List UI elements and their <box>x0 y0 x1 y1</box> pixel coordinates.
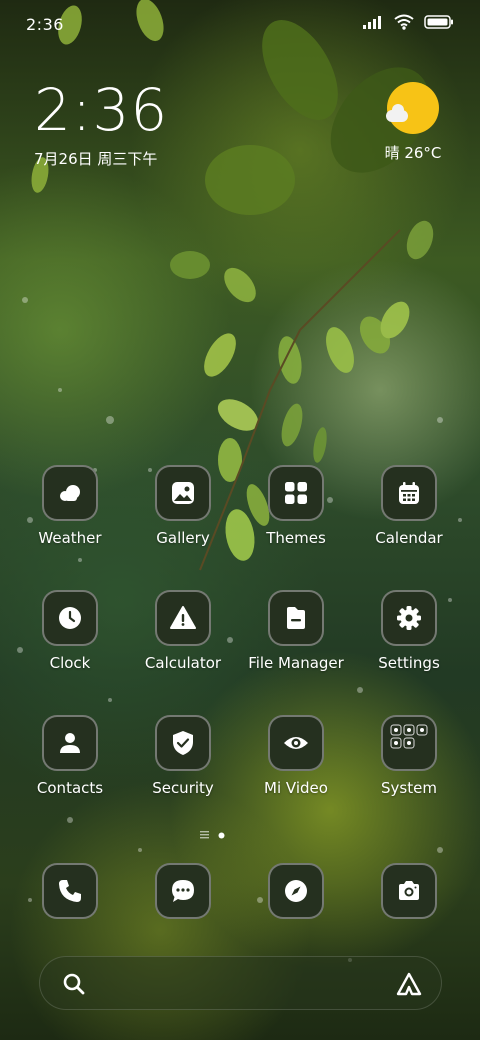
dock-browser[interactable] <box>241 863 351 919</box>
calendar-icon <box>399 482 419 504</box>
app-label: Contacts <box>36 779 104 797</box>
weather-icon <box>60 485 80 501</box>
app-calculator[interactable]: Calculator <box>128 590 238 672</box>
app-system-folder[interactable]: System <box>354 715 464 797</box>
app-mi-video[interactable]: Mi Video <box>241 715 351 797</box>
app-label: Themes <box>266 529 326 547</box>
browser-compass-icon <box>285 880 307 902</box>
battery-icon <box>424 15 453 29</box>
app-label: File Manager <box>248 654 344 672</box>
gallery-icon <box>172 482 194 504</box>
app-label: Gallery <box>156 529 210 547</box>
home-page-lines-icon <box>200 831 209 839</box>
status-icons <box>362 14 454 30</box>
weather-text: 晴 26°C <box>384 144 442 162</box>
calculator-icon <box>170 606 196 629</box>
app-weather[interactable]: Weather <box>15 465 125 547</box>
gear-icon <box>397 606 421 630</box>
sun-cloud-icon <box>386 82 439 134</box>
app-label: Mi Video <box>264 779 328 797</box>
app-file-manager[interactable]: File Manager <box>241 590 351 672</box>
phone-icon <box>59 880 81 902</box>
dock-camera[interactable] <box>354 863 464 919</box>
contacts-icon <box>60 733 80 753</box>
app-label: Security <box>152 779 214 797</box>
clock-widget[interactable]: 2:36 7月26日 周三下午 <box>34 78 168 169</box>
messages-icon <box>172 880 194 902</box>
search-bar[interactable] <box>39 956 442 1010</box>
mi-video-icon <box>284 737 308 749</box>
assistant-icon[interactable] <box>395 970 423 998</box>
app-calendar[interactable]: Calendar <box>354 465 464 547</box>
app-label: Calendar <box>375 529 443 547</box>
clock-icon <box>59 607 81 629</box>
camera-icon <box>399 881 419 900</box>
app-label: Weather <box>38 529 102 547</box>
app-label: System <box>381 779 437 797</box>
app-security[interactable]: Security <box>128 715 238 797</box>
security-shield-icon <box>173 731 193 755</box>
dock-messages[interactable] <box>128 863 238 919</box>
page-indicator[interactable] <box>200 831 225 839</box>
app-label: Settings <box>378 654 440 672</box>
signal-icon <box>363 16 381 29</box>
app-label: Clock <box>49 654 91 672</box>
app-gallery[interactable]: Gallery <box>128 465 238 547</box>
file-manager-icon <box>287 607 305 629</box>
app-clock[interactable]: Clock <box>15 590 125 672</box>
app-settings[interactable]: Settings <box>354 590 464 672</box>
system-folder-icon <box>390 724 428 749</box>
app-label: Calculator <box>144 654 222 672</box>
app-contacts[interactable]: Contacts <box>15 715 125 797</box>
wifi-icon <box>394 14 414 30</box>
weather-widget[interactable]: 晴 26°C <box>382 82 444 163</box>
dock-phone[interactable] <box>15 863 125 919</box>
page-dot-active <box>218 832 225 838</box>
clock-date: 7月26日 周三下午 <box>34 150 158 168</box>
clock-time: 2:36 <box>34 76 169 144</box>
status-bar: 2:36 <box>0 0 480 50</box>
status-time: 2:36 <box>26 15 64 34</box>
app-themes[interactable]: Themes <box>241 465 351 547</box>
search-icon[interactable] <box>62 972 86 996</box>
themes-icon <box>285 482 307 504</box>
